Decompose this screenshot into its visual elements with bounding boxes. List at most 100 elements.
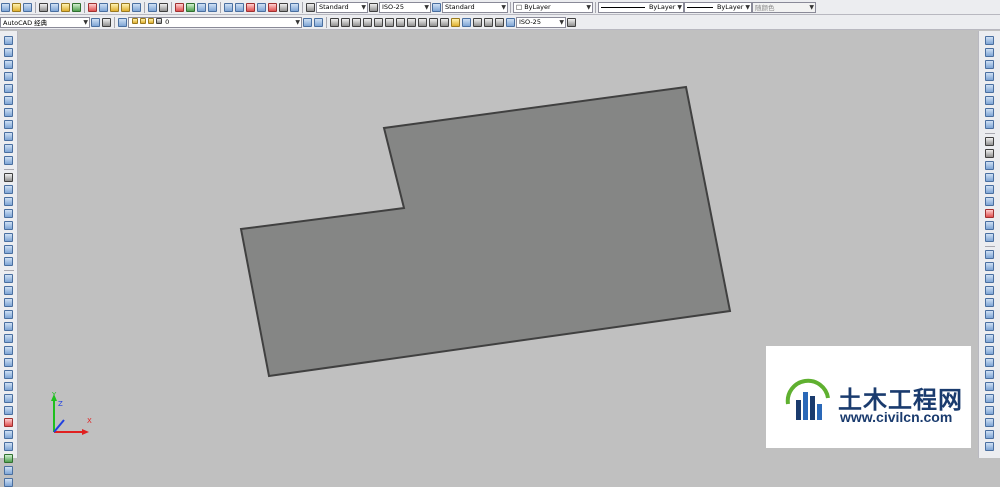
match-properties-icon[interactable] (121, 2, 130, 12)
dim-ordinate-icon[interactable] (363, 17, 372, 27)
cut-icon[interactable] (88, 2, 97, 12)
rectangle-icon[interactable] (4, 84, 13, 93)
extend-icon[interactable] (4, 394, 13, 403)
trim-icon[interactable] (4, 382, 13, 391)
dim-jogged-icon[interactable] (385, 17, 394, 27)
zoom-previous-icon[interactable] (208, 2, 217, 12)
zoom-window-icon[interactable] (197, 2, 206, 12)
point-icon[interactable] (4, 197, 13, 206)
dim-arc-length-icon[interactable] (352, 17, 361, 27)
region-icon[interactable] (4, 233, 13, 242)
dim-edit-icon[interactable] (484, 17, 493, 27)
ellipse-arc-icon[interactable] (4, 156, 13, 165)
view-back-icon[interactable] (985, 96, 994, 105)
new-file-icon[interactable] (1, 2, 10, 12)
erase-icon[interactable] (4, 274, 13, 283)
copy-icon[interactable] (99, 2, 108, 12)
paste-icon[interactable] (110, 2, 119, 12)
properties-palette-icon[interactable] (4, 466, 13, 475)
redo-icon[interactable] (159, 2, 168, 12)
break-icon[interactable] (4, 406, 13, 415)
3d-dwf-icon[interactable] (72, 2, 81, 12)
spline-icon[interactable] (4, 132, 13, 141)
join-icon[interactable] (4, 418, 13, 427)
view-top-icon[interactable] (985, 36, 994, 45)
quick-leader-icon[interactable] (451, 17, 460, 27)
help-icon[interactable] (290, 2, 299, 12)
ucs-previous-icon[interactable] (985, 161, 994, 170)
extrude-icon[interactable] (985, 406, 994, 415)
solid-edit-icon[interactable] (985, 394, 994, 403)
line-tool-icon[interactable] (4, 36, 13, 45)
ucs-view-icon[interactable] (985, 197, 994, 206)
workspace-settings-icon[interactable] (91, 17, 100, 27)
move-icon[interactable] (4, 334, 13, 343)
open-file-icon[interactable] (12, 2, 21, 12)
design-center-icon[interactable] (235, 2, 244, 12)
print-icon[interactable] (39, 2, 48, 12)
properties-icon[interactable] (224, 2, 233, 12)
dim-continue-icon[interactable] (440, 17, 449, 27)
view-left-icon[interactable] (985, 60, 994, 69)
save-icon[interactable] (23, 2, 32, 12)
lineweight-select[interactable]: ByLayer ▼ (684, 1, 752, 13)
plot-style-select[interactable]: 随颜色 ▼ (752, 1, 816, 13)
mirror-icon[interactable] (4, 298, 13, 307)
render-icon[interactable] (985, 310, 994, 319)
orbit-icon[interactable] (985, 108, 994, 117)
construction-line-icon[interactable] (4, 48, 13, 57)
loft-icon[interactable] (985, 442, 994, 451)
undo-icon[interactable] (148, 2, 157, 12)
hatched-polygon[interactable] (239, 85, 732, 378)
circle-icon[interactable] (4, 108, 13, 117)
tool-palettes-icon[interactable] (246, 2, 255, 12)
dim-baseline-icon[interactable] (429, 17, 438, 27)
layer-previous-icon[interactable] (314, 17, 323, 27)
explode-icon[interactable] (4, 454, 13, 463)
dim-style-icon[interactable] (369, 2, 378, 12)
make-object-layer-current-icon[interactable] (303, 17, 312, 27)
table-style-select[interactable]: Standard ▼ (442, 1, 508, 13)
polyline-icon[interactable] (4, 60, 13, 69)
conceptual-icon[interactable] (985, 298, 994, 307)
walk-icon[interactable] (985, 358, 994, 367)
ucs-3point-icon[interactable] (985, 233, 994, 242)
markup-icon[interactable] (268, 2, 277, 12)
array-icon[interactable] (4, 322, 13, 331)
lights-icon[interactable] (985, 322, 994, 331)
ucs-zaxis-icon[interactable] (985, 221, 994, 230)
stretch-icon[interactable] (4, 370, 13, 379)
ucs-origin-icon[interactable] (985, 209, 994, 218)
table-icon[interactable] (4, 245, 13, 254)
workspace-save-icon[interactable] (102, 17, 111, 27)
center-mark-icon[interactable] (473, 17, 482, 27)
block-editor-icon[interactable] (132, 2, 141, 12)
dim-diameter-icon[interactable] (396, 17, 405, 27)
dim-radius-icon[interactable] (374, 17, 383, 27)
publish-icon[interactable] (61, 2, 70, 12)
ucs-object-icon[interactable] (985, 185, 994, 194)
table-style-icon[interactable] (432, 2, 441, 12)
sweep-icon[interactable] (985, 430, 994, 439)
calculator-icon[interactable] (279, 2, 288, 12)
revolve-icon[interactable] (985, 418, 994, 427)
realistic-icon[interactable] (985, 286, 994, 295)
linetype-select[interactable]: ByLayer ▼ (598, 1, 684, 13)
measure-icon[interactable] (4, 478, 13, 487)
hatch-icon[interactable] (4, 209, 13, 218)
workspace-select[interactable]: AutoCAD 经典 ▼ (0, 16, 90, 28)
ucs-face-icon[interactable] (985, 173, 994, 182)
ucs-world-icon[interactable] (985, 149, 994, 158)
insert-block-icon[interactable] (4, 173, 13, 182)
dim-angular-icon[interactable] (407, 17, 416, 27)
dimension-style-icon[interactable] (567, 17, 576, 27)
layer-select[interactable]: 0 ▼ (128, 16, 302, 28)
view-front-icon[interactable] (985, 84, 994, 93)
view-right-icon[interactable] (985, 72, 994, 81)
view-bottom-icon[interactable] (985, 48, 994, 57)
shade-3d-icon[interactable] (985, 262, 994, 271)
chamfer-icon[interactable] (4, 430, 13, 439)
color-select[interactable]: □ ByLayer ▼ (513, 1, 593, 13)
gradient-icon[interactable] (4, 221, 13, 230)
free-orbit-icon[interactable] (985, 120, 994, 129)
